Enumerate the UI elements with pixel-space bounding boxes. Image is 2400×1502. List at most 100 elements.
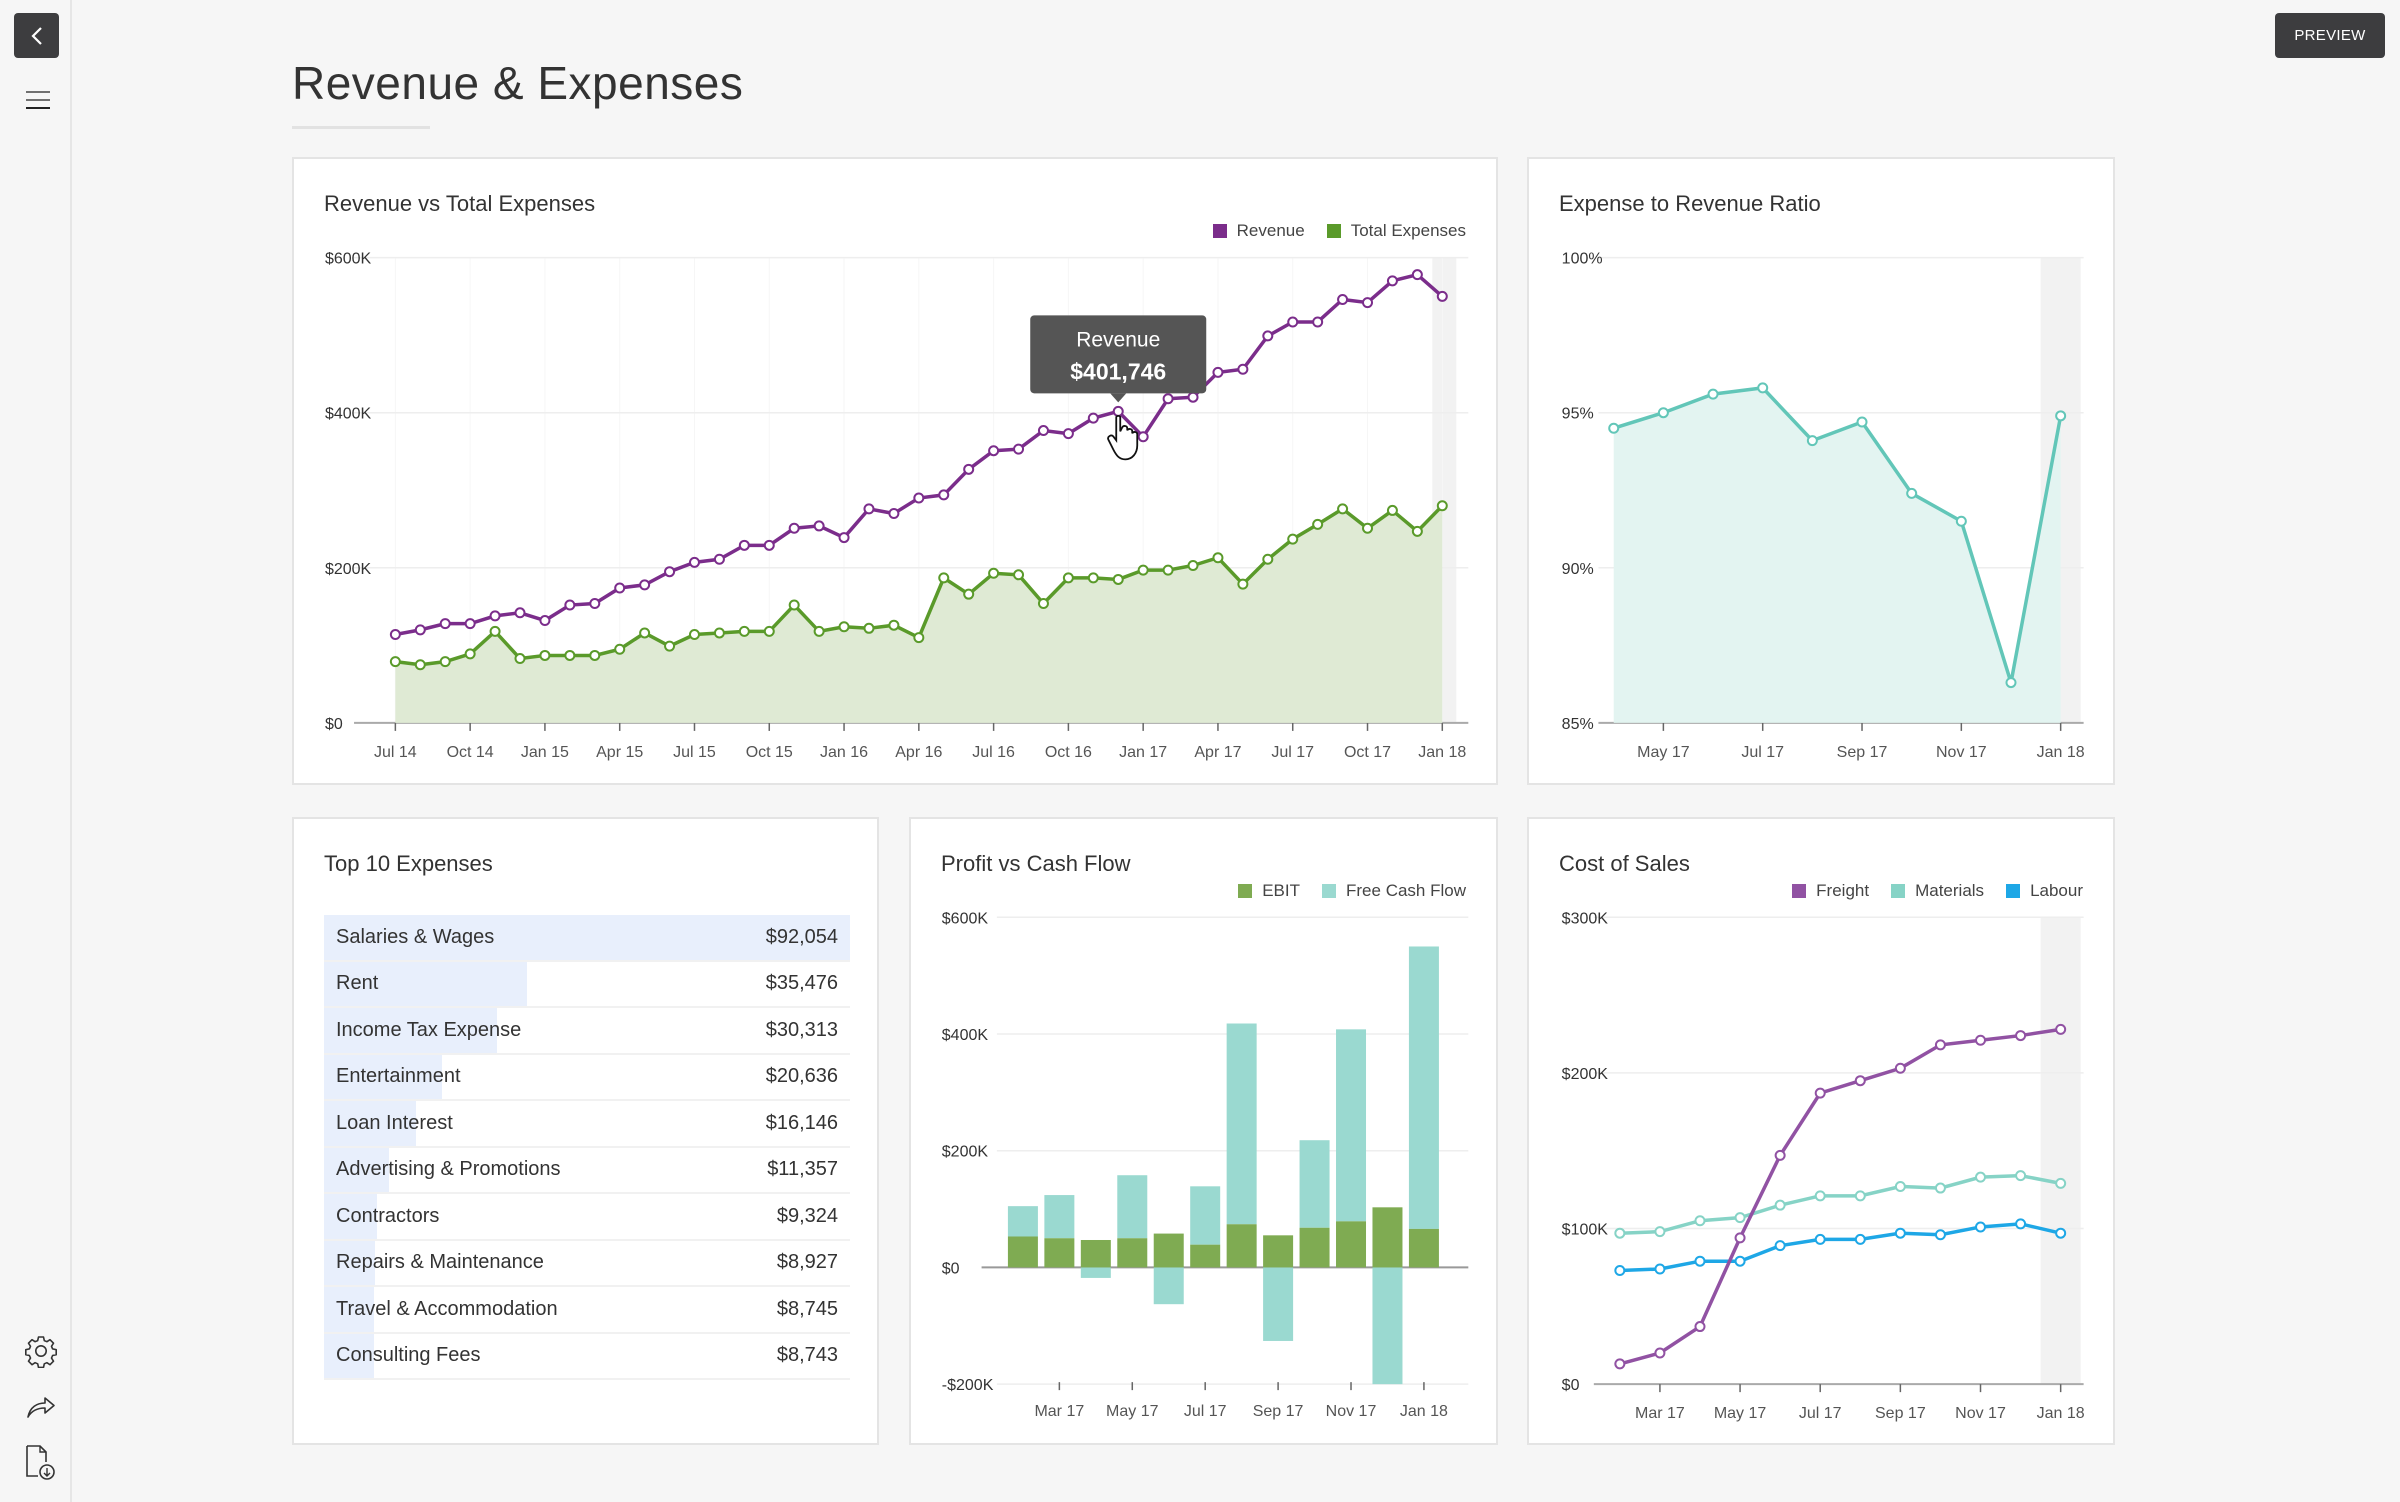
ebit-bar[interactable] xyxy=(1299,1227,1330,1268)
expense-row[interactable]: Contractors $9,324 xyxy=(324,1194,850,1241)
revenue-point[interactable] xyxy=(1362,297,1374,309)
fcf-bar[interactable] xyxy=(1263,1267,1294,1341)
materials-point[interactable] xyxy=(2055,1177,2067,1189)
fcf-bar[interactable] xyxy=(1408,946,1439,1229)
materials-point[interactable] xyxy=(1975,1171,1987,1183)
freight-point[interactable] xyxy=(1894,1062,1906,1074)
revenue-point[interactable] xyxy=(414,624,426,636)
expenses-point[interactable] xyxy=(489,625,501,637)
expense-row[interactable]: Advertising & Promotions $11,357 xyxy=(324,1147,850,1194)
expenses-point[interactable] xyxy=(863,622,875,634)
ebit-bar[interactable] xyxy=(1372,1207,1403,1268)
expenses-point[interactable] xyxy=(439,656,451,668)
fcf-bar[interactable] xyxy=(1190,1186,1221,1245)
expenses-point[interactable] xyxy=(688,629,700,641)
ebit-bar[interactable] xyxy=(1080,1239,1111,1268)
revenue-point[interactable] xyxy=(938,489,950,501)
expenses-point[interactable] xyxy=(1062,572,1074,584)
ebit-bar[interactable] xyxy=(1190,1244,1221,1268)
expenses-point[interactable] xyxy=(738,625,750,637)
expenses-point[interactable] xyxy=(1037,597,1049,609)
ebit-bar[interactable] xyxy=(1007,1236,1038,1268)
labour-point[interactable] xyxy=(1694,1255,1706,1267)
expense-row[interactable]: Consulting Fees $8,743 xyxy=(324,1333,850,1380)
expenses-point[interactable] xyxy=(763,625,775,637)
expenses-point[interactable] xyxy=(788,599,800,611)
expense-row[interactable]: Salaries & Wages $92,054 xyxy=(324,915,850,962)
expense-row[interactable]: Repairs & Maintenance $8,927 xyxy=(324,1240,850,1287)
revenue-point[interactable] xyxy=(963,463,975,475)
expense-row[interactable]: Loan Interest $16,146 xyxy=(324,1101,850,1148)
revenue-point[interactable] xyxy=(988,445,1000,457)
expenses-point[interactable] xyxy=(1112,573,1124,585)
labour-point[interactable] xyxy=(1734,1255,1746,1267)
expense-row[interactable]: Entertainment $20,636 xyxy=(324,1054,850,1101)
share-button[interactable] xyxy=(24,1390,58,1424)
expenses-point[interactable] xyxy=(1237,578,1249,590)
expenses-point[interactable] xyxy=(614,643,626,655)
freight-point[interactable] xyxy=(1734,1232,1746,1244)
ratio-point[interactable] xyxy=(1707,388,1719,400)
ratio-point[interactable] xyxy=(1806,435,1818,447)
revenue-point[interactable] xyxy=(439,618,451,630)
freight-point[interactable] xyxy=(1614,1358,1626,1370)
revenue-point[interactable] xyxy=(763,539,775,551)
revenue-point[interactable] xyxy=(514,607,526,619)
materials-point[interactable] xyxy=(2015,1170,2027,1182)
revenue-point[interactable] xyxy=(464,618,476,630)
expenses-point[interactable] xyxy=(1087,572,1099,584)
expense-row[interactable]: Travel & Accommodation $8,745 xyxy=(324,1287,850,1334)
ratio-point[interactable] xyxy=(1906,487,1918,499)
expenses-point[interactable] xyxy=(1212,552,1224,564)
revenue-point[interactable] xyxy=(1237,363,1249,375)
ratio-point[interactable] xyxy=(1657,407,1669,419)
revenue-point[interactable] xyxy=(738,539,750,551)
expenses-point[interactable] xyxy=(664,640,676,652)
freight-point[interactable] xyxy=(2055,1023,2067,1035)
expenses-point[interactable] xyxy=(1436,500,1448,512)
expense-ratio-chart[interactable]: 85% 90% 95% 100% May 17 Jul 17 Sep 17 Nov 17 Jan… xyxy=(1529,159,2117,787)
ratio-point[interactable] xyxy=(2005,677,2017,689)
fcf-bar[interactable] xyxy=(1226,1023,1257,1225)
freight-point[interactable] xyxy=(1854,1075,1866,1087)
revenue-point[interactable] xyxy=(539,615,551,627)
revenue-point[interactable] xyxy=(564,599,576,611)
expenses-point[interactable] xyxy=(813,625,825,637)
revenue-point[interactable] xyxy=(838,532,850,544)
expenses-point[interactable] xyxy=(1287,533,1299,545)
freight-point[interactable] xyxy=(2015,1030,2027,1042)
expenses-point[interactable] xyxy=(838,621,850,633)
expenses-point[interactable] xyxy=(1262,553,1274,565)
menu-button[interactable] xyxy=(24,88,52,112)
fcf-bar[interactable] xyxy=(1007,1206,1038,1237)
materials-point[interactable] xyxy=(1614,1227,1626,1239)
labour-point[interactable] xyxy=(2015,1218,2027,1230)
expenses-point[interactable] xyxy=(564,649,576,661)
revenue-point[interactable] xyxy=(1037,425,1049,437)
labour-point[interactable] xyxy=(1975,1221,1987,1233)
expenses-point[interactable] xyxy=(988,567,1000,579)
expenses-point[interactable] xyxy=(1337,503,1349,515)
expenses-point[interactable] xyxy=(963,588,975,600)
expenses-point[interactable] xyxy=(913,632,925,644)
materials-point[interactable] xyxy=(1654,1226,1666,1238)
fcf-bar[interactable] xyxy=(1336,1029,1367,1222)
preview-button[interactable]: PREVIEW xyxy=(2275,13,2385,58)
expenses-point[interactable] xyxy=(938,572,950,584)
revenue-point[interactable] xyxy=(614,582,626,594)
expense-row[interactable]: Rent $35,476 xyxy=(324,961,850,1008)
revenue-point[interactable] xyxy=(1337,293,1349,305)
ebit-bar[interactable] xyxy=(1153,1233,1184,1268)
revenue-point[interactable] xyxy=(813,520,825,532)
labour-point[interactable] xyxy=(1934,1229,1946,1241)
labour-point[interactable] xyxy=(2055,1227,2067,1239)
expenses-point[interactable] xyxy=(464,648,476,660)
ebit-bar[interactable] xyxy=(1263,1235,1294,1268)
materials-point[interactable] xyxy=(1774,1199,1786,1211)
materials-point[interactable] xyxy=(1814,1190,1826,1202)
revenue-point[interactable] xyxy=(664,566,676,578)
expenses-point[interactable] xyxy=(1386,504,1398,516)
ebit-bar[interactable] xyxy=(1408,1228,1439,1268)
labour-point[interactable] xyxy=(1814,1233,1826,1245)
expenses-point[interactable] xyxy=(414,659,426,671)
